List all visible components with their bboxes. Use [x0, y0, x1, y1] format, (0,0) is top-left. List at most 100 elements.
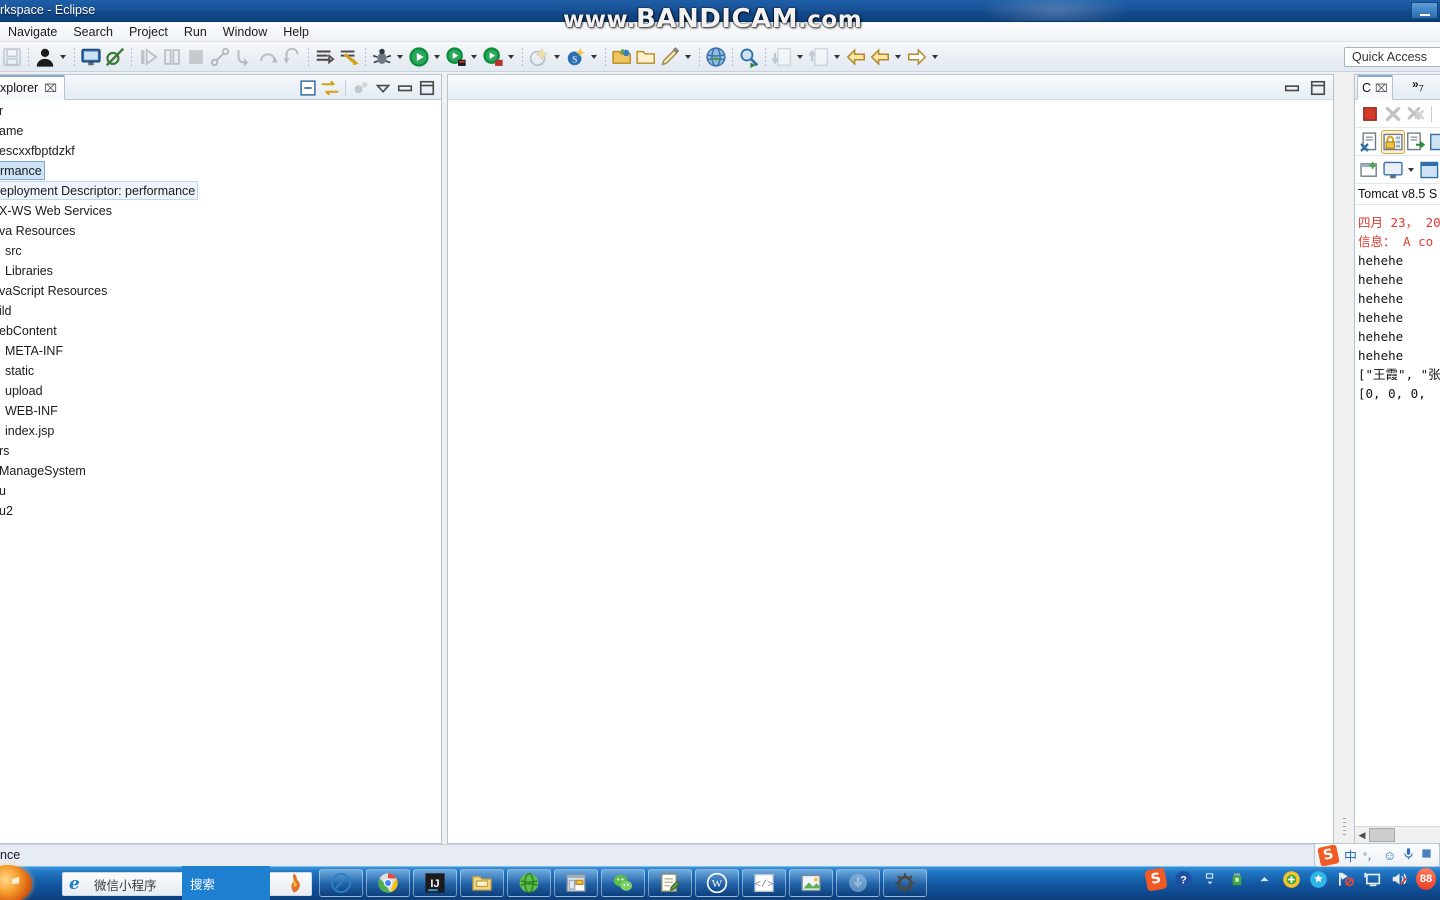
ime-emoji-icon[interactable]: ☺: [1383, 848, 1396, 863]
user-profile-dropdown-icon[interactable]: [57, 46, 68, 68]
minimize-view-icon[interactable]: [395, 78, 415, 98]
tree-item[interactable]: upload: [0, 381, 441, 401]
tree-item[interactable]: Libraries: [0, 261, 441, 281]
ime-toolbox-icon[interactable]: [1421, 847, 1432, 863]
console-output[interactable]: 四月 23， 20 信息： A co hehehe hehehe hehehe …: [1355, 213, 1440, 819]
forward-dropdown-icon[interactable]: [929, 46, 940, 68]
tab-project-explorer[interactable]: xplorer ⌧: [0, 75, 65, 100]
taskbar-app-intellij-idea[interactable]: IJ: [413, 869, 457, 897]
scroll-left-icon[interactable]: ◀: [1355, 828, 1369, 843]
new-spring-dropdown-icon[interactable]: [588, 46, 599, 68]
link-with-editor-icon[interactable]: [320, 78, 340, 98]
remove-launch-icon[interactable]: [1382, 103, 1404, 125]
console-display-icon[interactable]: [1382, 159, 1404, 181]
run-on-server-icon[interactable]: [445, 46, 467, 68]
taskbar-app-notepad[interactable]: [648, 869, 692, 897]
last-edit-location-icon[interactable]: [845, 46, 867, 68]
collapse-all-icon[interactable]: [298, 78, 318, 98]
taskbar-app-eclipse[interactable]: [554, 869, 598, 897]
console-horizontal-scrollbar[interactable]: ◀: [1355, 826, 1440, 843]
tray-360-security-icon[interactable]: [1281, 869, 1301, 889]
display-selected-console-icon[interactable]: [1428, 131, 1440, 153]
tray-tencent-icon[interactable]: [1308, 869, 1328, 889]
quick-access-input[interactable]: Quick Access: [1344, 47, 1440, 67]
pencil-icon[interactable]: [659, 46, 681, 68]
tree-item[interactable]: src: [0, 241, 441, 261]
close-icon[interactable]: ⌧: [44, 82, 57, 95]
taskbar-app-code-editor[interactable]: </>: [742, 869, 786, 897]
remove-all-launches-icon[interactable]: [1405, 103, 1427, 125]
save-icon[interactable]: [1, 46, 23, 68]
sogou-logo-icon[interactable]: S: [1317, 844, 1340, 866]
tree-item[interactable]: WEB-INF: [0, 401, 441, 421]
open-console-icon[interactable]: [1359, 159, 1381, 181]
tree-item[interactable]: escxxfbptdzkf: [0, 141, 441, 161]
start-button[interactable]: [0, 865, 32, 900]
taskbar-search-button[interactable]: 搜索: [182, 866, 270, 900]
back-icon[interactable]: [869, 46, 891, 68]
debug-on-server-dropdown-icon[interactable]: [505, 46, 516, 68]
taskbar-app-navicat[interactable]: [507, 869, 551, 897]
tab-console[interactable]: C ⌧: [1357, 75, 1393, 100]
window-controls[interactable]: [1411, 2, 1438, 19]
tab-overflow-chevron-icon[interactable]: »7: [1412, 77, 1424, 93]
tree-item[interactable]: ame: [0, 121, 441, 141]
ime-mode-label[interactable]: 中: [1344, 846, 1357, 865]
step-return-icon[interactable]: [281, 46, 303, 68]
terminate-icon[interactable]: [1359, 103, 1381, 125]
scrollbar-thumb[interactable]: [1369, 828, 1395, 842]
taskbar-app-file-explorer[interactable]: [460, 869, 504, 897]
focus-on-active-task-icon[interactable]: [351, 78, 371, 98]
run-icon[interactable]: [408, 46, 430, 68]
suspend-icon[interactable]: [161, 46, 183, 68]
tray-show-more-icon[interactable]: [1254, 869, 1274, 889]
menu-help[interactable]: Help: [275, 23, 317, 41]
tree-item[interactable]: r: [0, 101, 441, 121]
taskbar-app-chrome[interactable]: [366, 869, 410, 897]
menu-project[interactable]: Project: [121, 23, 176, 41]
tray-sogou-icon[interactable]: S: [1144, 866, 1168, 892]
run-on-server-dropdown-icon[interactable]: [468, 46, 479, 68]
menu-window[interactable]: Window: [215, 23, 275, 41]
taskbar-app-download[interactable]: [836, 869, 880, 897]
clear-console-icon[interactable]: [1359, 131, 1381, 153]
tree-item[interactable]: u2: [0, 501, 441, 521]
taskbar-app-settings[interactable]: [883, 869, 927, 897]
tray-notification-badge[interactable]: 88: [1416, 868, 1436, 890]
editor-canvas[interactable]: [448, 101, 1333, 843]
user-profile-icon[interactable]: [34, 46, 56, 68]
new-java-project-icon[interactable]: [528, 46, 550, 68]
window-minimize-button[interactable]: [1411, 2, 1438, 19]
resume-icon[interactable]: [137, 46, 159, 68]
taskbar-app-flame[interactable]: [272, 869, 316, 897]
taskbar-app-wechat[interactable]: [601, 869, 645, 897]
tray-usb-icon[interactable]: [1227, 869, 1247, 889]
taskbar-app-image-viewer[interactable]: [789, 869, 833, 897]
next-annotation-dropdown-icon[interactable]: [794, 46, 805, 68]
debug-bug-icon[interactable]: [371, 46, 393, 68]
new-java-project-dropdown-icon[interactable]: [551, 46, 562, 68]
ime-microphone-icon[interactable]: [1402, 846, 1415, 864]
window-titlebar[interactable]: rkspace - Eclipse: [0, 0, 1440, 22]
ime-punctuation-icon[interactable]: °，: [1363, 848, 1377, 863]
highlight-search-icon[interactable]: [338, 46, 360, 68]
step-over-icon[interactable]: [257, 46, 279, 68]
taskbar-app-sogou-pinyin[interactable]: [319, 869, 363, 897]
debug-on-server-icon[interactable]: [482, 46, 504, 68]
tree-item[interactable]: ManageSystem: [0, 461, 441, 481]
menu-navigate[interactable]: Navigate: [0, 23, 65, 41]
search-declaration-icon[interactable]: [738, 46, 760, 68]
previous-annotation-icon[interactable]: [808, 46, 830, 68]
maximize-editor-icon[interactable]: [1308, 78, 1328, 98]
project-tree[interactable]: r ame escxxfbptdzkf rmance eployment Des…: [0, 101, 441, 843]
pin-console-icon[interactable]: [1405, 131, 1427, 153]
tree-item[interactable]: u: [0, 481, 441, 501]
back-dropdown-icon[interactable]: [892, 46, 903, 68]
minimize-editor-icon[interactable]: [1282, 78, 1302, 98]
menu-run[interactable]: Run: [176, 23, 215, 41]
tree-item[interactable]: va Resources: [0, 221, 441, 241]
new-spring-icon[interactable]: S: [565, 46, 587, 68]
skip-breakpoints-icon[interactable]: [104, 46, 126, 68]
terminal-icon[interactable]: [80, 46, 102, 68]
tray-monitor-icon[interactable]: [1362, 869, 1382, 889]
